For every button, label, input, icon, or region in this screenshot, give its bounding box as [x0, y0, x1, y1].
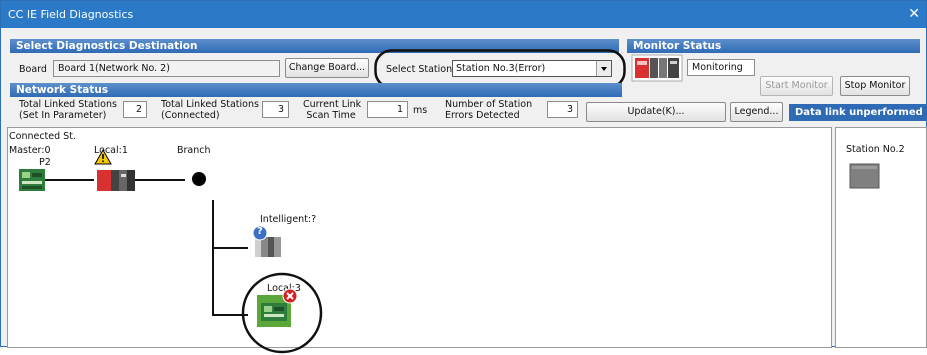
station-no2-icon[interactable] — [849, 163, 880, 189]
question-icon: ? — [257, 226, 263, 237]
stop-monitor-button[interactable]: Stop Monitor — [840, 76, 910, 96]
intelligent-station-icon[interactable] — [251, 225, 283, 259]
local1-station-icon[interactable] — [97, 161, 135, 191]
start-monitor-button[interactable]: Start Monitor — [760, 76, 833, 96]
update-button[interactable]: Update(K)... — [586, 102, 726, 122]
monitor-header: Monitor Status — [627, 39, 920, 53]
scan-time-unit: ms — [413, 105, 428, 116]
branch-node-icon — [192, 172, 206, 186]
error-x-icon — [282, 288, 298, 304]
warning-icon — [94, 148, 112, 165]
errors-detected-label: Number of Station Errors Detected — [445, 99, 533, 121]
chevron-down-icon[interactable] — [596, 61, 611, 76]
station-no2-label: Station No.2 — [846, 144, 905, 155]
total-linked-param-value: 2 — [123, 101, 147, 118]
scan-time-label: Current Link Scan Time — [303, 99, 362, 121]
select-station-dropdown[interactable]: Station No.3(Error) — [452, 60, 612, 77]
legend-button[interactable]: Legend... — [730, 102, 783, 122]
errors-detected-value: 3 — [547, 101, 578, 118]
total-linked-param-label: Total Linked Stations (Set In Parameter) — [19, 99, 117, 121]
network-status-header: Network Status — [10, 83, 622, 97]
select-station-label: Select Station — [386, 64, 453, 75]
network-diagram-pane: Connected St. Master:0 P2 Local:1 Branch… — [7, 127, 832, 354]
monitoring-status-field: Monitoring — [687, 59, 755, 76]
diagnostics-window: CC IE Field Diagnostics ✕ Select Diagnos… — [0, 0, 927, 354]
monitor-plc-icon — [631, 54, 683, 82]
total-linked-connected-label: Total Linked Stations (Connected) — [161, 99, 259, 121]
select-station-value: Station No.3(Error) — [456, 63, 546, 74]
master-station-icon[interactable] — [19, 169, 45, 191]
station-detail-pane: Station No.2 — [835, 127, 927, 348]
data-link-status-banner: Data link unperformed — [789, 104, 927, 121]
scan-time-value: 1 — [367, 101, 408, 118]
total-linked-connected-value: 3 — [262, 101, 289, 118]
